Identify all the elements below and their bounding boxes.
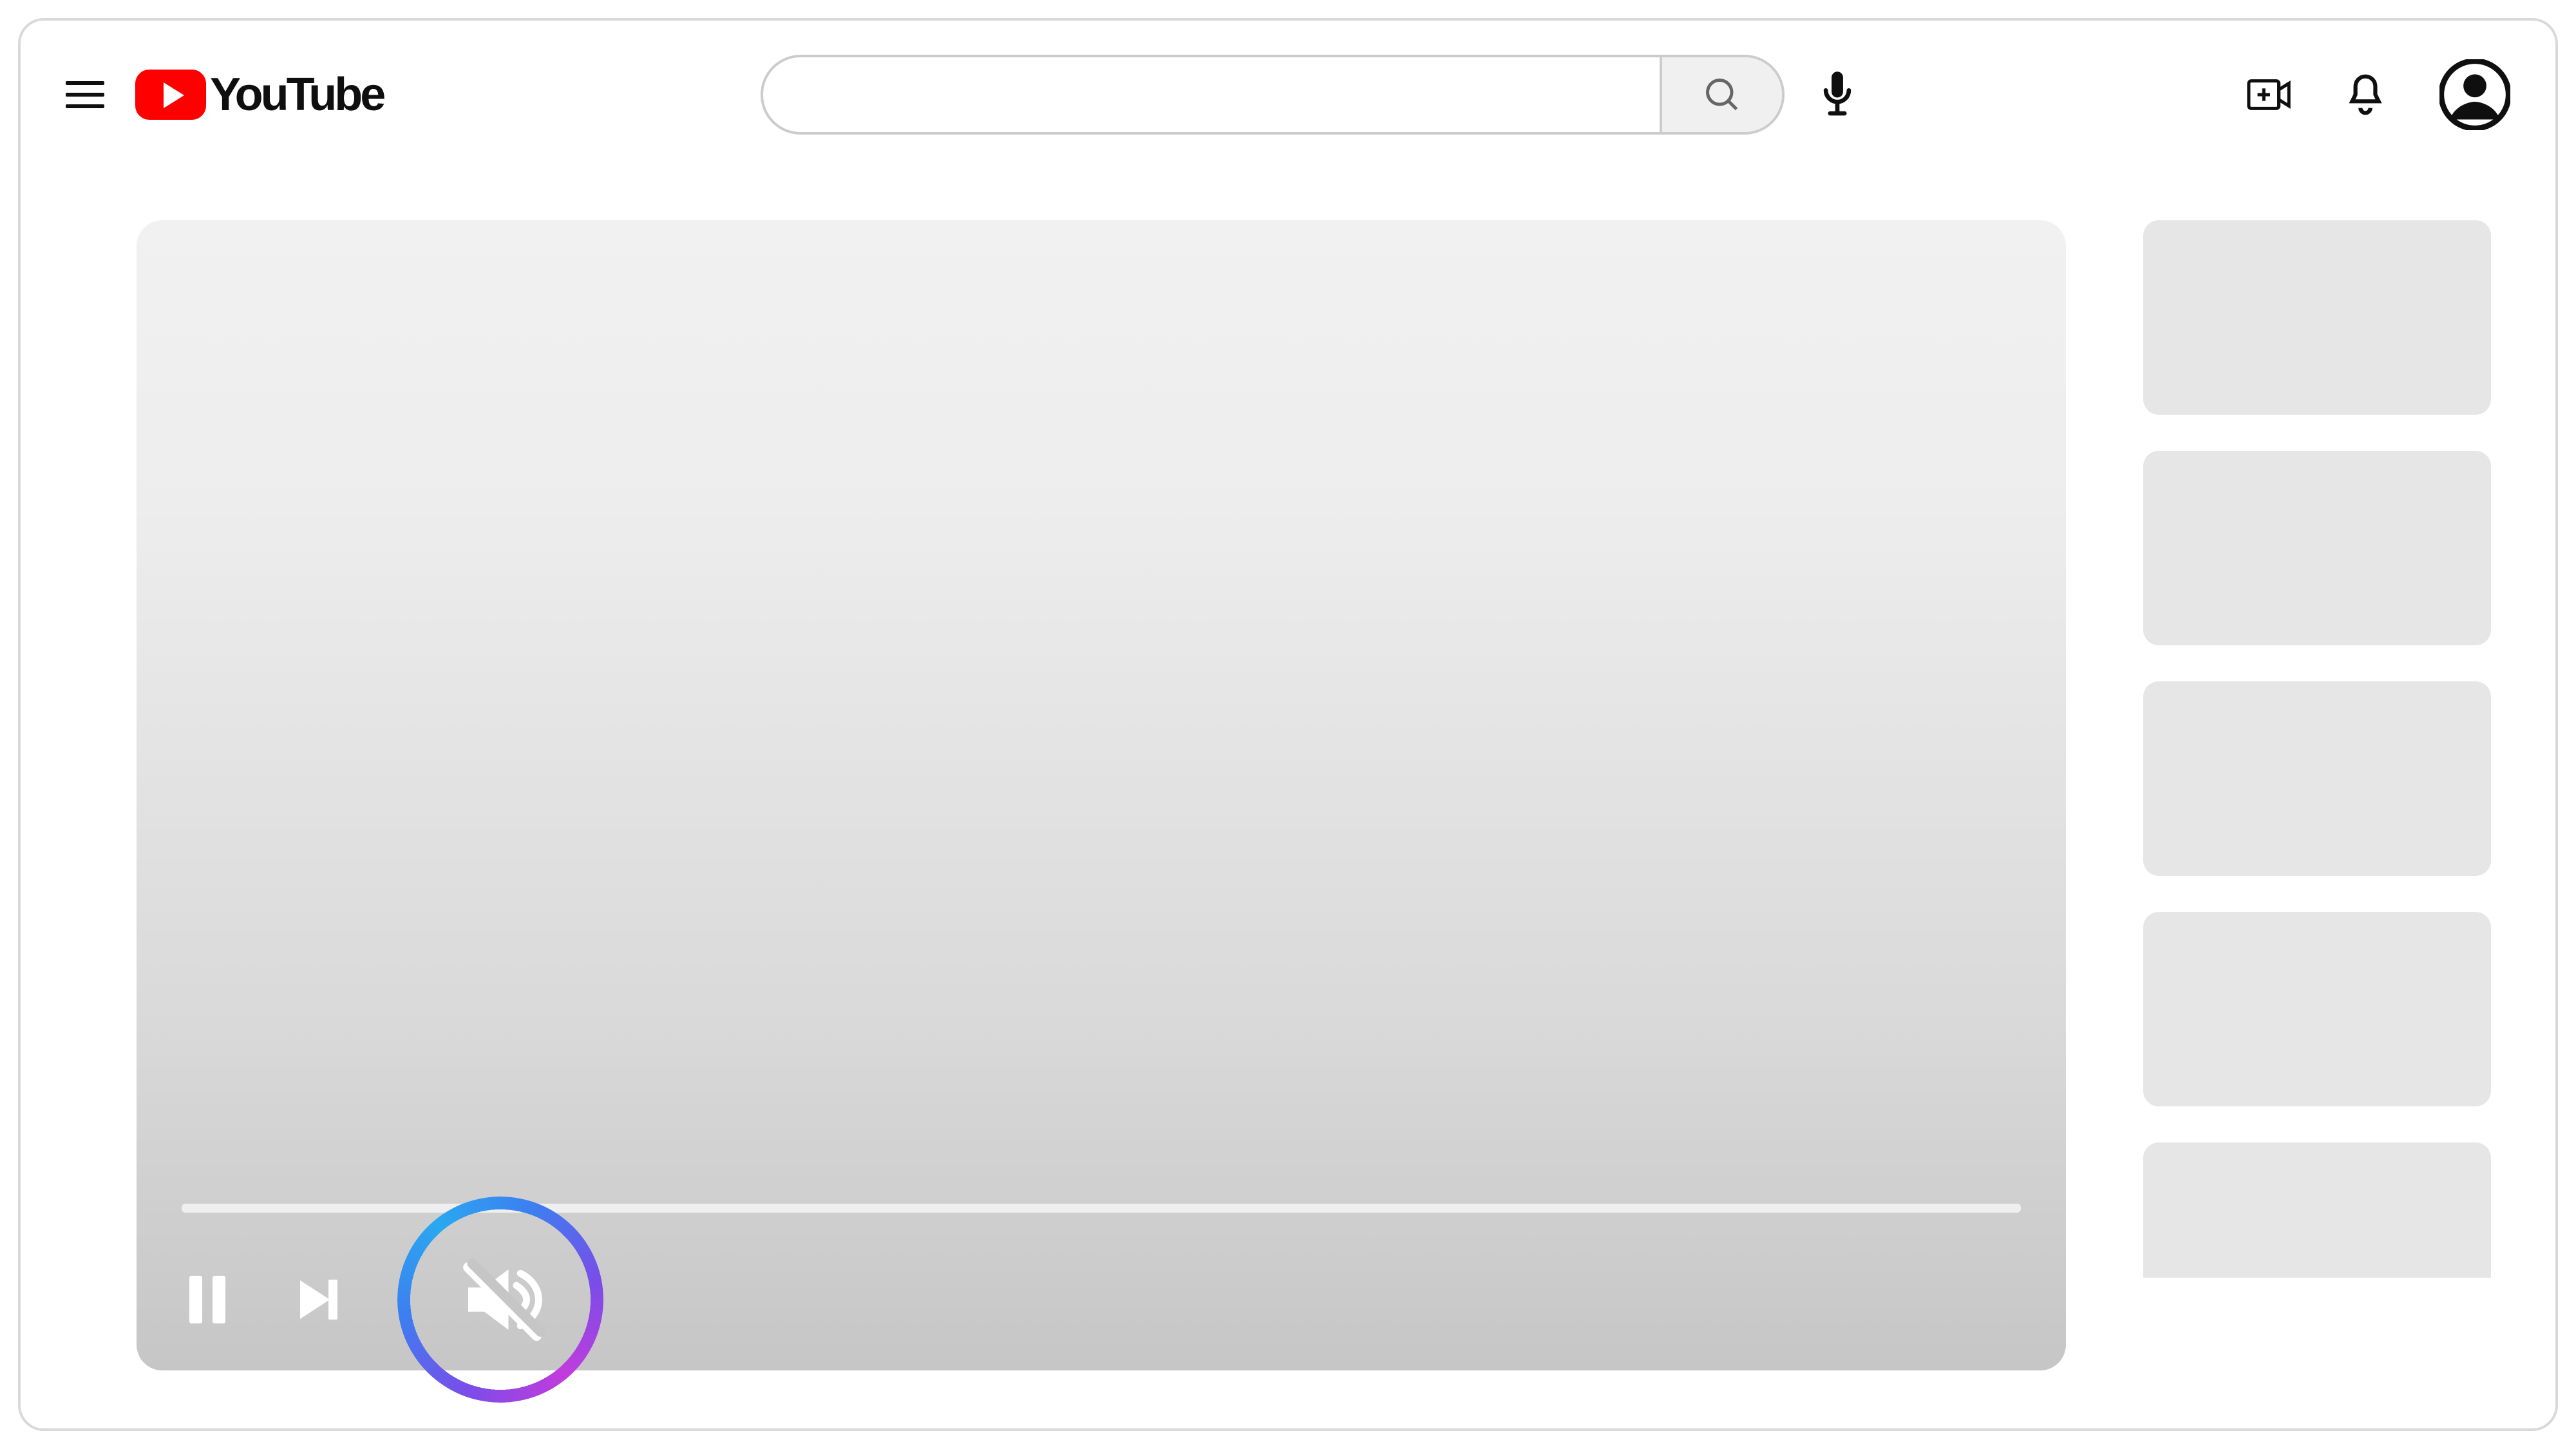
recommendation-thumbnail[interactable] (2143, 220, 2491, 415)
app-window: YouTube (18, 18, 2558, 1431)
notifications-bell-icon (2345, 71, 2385, 118)
next-track-icon (298, 1277, 343, 1322)
user-avatar-icon (2439, 59, 2510, 130)
header-center (460, 55, 2169, 135)
recommendation-thumbnail[interactable] (2143, 1142, 2491, 1278)
hamburger-menu-icon[interactable] (66, 75, 104, 114)
main-content (137, 220, 2491, 1370)
create-button[interactable] (2246, 72, 2291, 117)
recommendation-thumbnail[interactable] (2143, 451, 2491, 645)
recommendation-thumbnail[interactable] (2143, 681, 2491, 876)
search-button[interactable] (1660, 57, 1782, 132)
search-input[interactable] (763, 57, 1660, 132)
voice-search-button[interactable] (1805, 62, 1870, 127)
microphone-icon (1820, 70, 1855, 119)
notifications-button[interactable] (2343, 72, 2388, 117)
video-player[interactable] (137, 220, 2066, 1370)
pause-button[interactable] (178, 1271, 236, 1329)
search-icon (1703, 75, 1741, 114)
header-left: YouTube (66, 68, 383, 121)
youtube-logo-mark-icon (135, 70, 206, 120)
mute-button[interactable] (420, 1219, 581, 1380)
search-bar (761, 55, 1785, 135)
recommendation-thumbnail[interactable] (2143, 912, 2491, 1106)
account-avatar[interactable] (2439, 59, 2510, 130)
progress-bar[interactable] (182, 1204, 2021, 1213)
player-column (137, 220, 2066, 1370)
pause-icon (189, 1276, 225, 1323)
youtube-logo[interactable]: YouTube (135, 68, 383, 121)
header-right (2246, 59, 2510, 130)
header: YouTube (21, 21, 2555, 169)
youtube-logo-text: YouTube (210, 68, 383, 121)
player-controls (178, 1271, 349, 1329)
volume-muted-icon (452, 1251, 549, 1348)
recommendations-sidebar (2143, 220, 2491, 1370)
next-button[interactable] (291, 1271, 349, 1329)
create-video-icon (2246, 77, 2291, 113)
